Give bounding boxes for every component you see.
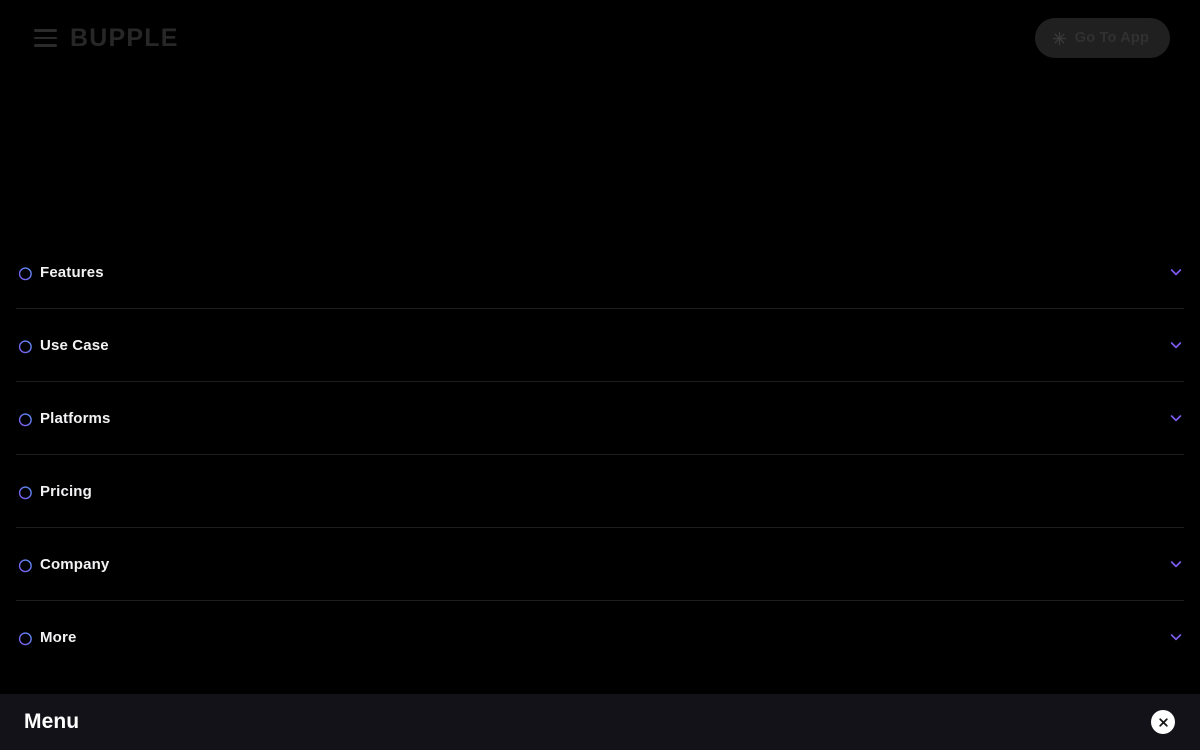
ring-sparkle-icon [18, 480, 38, 500]
menu-item-more[interactable]: More [0, 601, 1200, 673]
ring-sparkle-icon [18, 407, 38, 427]
close-button[interactable] [1151, 710, 1175, 734]
menu-item-content: Company [16, 553, 109, 575]
menu-item-label: Platforms [40, 409, 111, 427]
menu-item-platforms[interactable]: Platforms [0, 382, 1200, 454]
menu-item-label: Pricing [40, 482, 92, 500]
menu-item-content: Use Case [16, 334, 109, 356]
menu-overlay-screen: BUPPLE Go To App Features Use Case Platf… [0, 0, 1200, 750]
ring-sparkle-icon [18, 553, 38, 573]
hamburger-icon[interactable] [34, 29, 57, 47]
menu-item-use-case[interactable]: Use Case [0, 309, 1200, 381]
menu-item-content: Platforms [16, 407, 111, 429]
menu-item-features[interactable]: Features [0, 236, 1200, 308]
top-header: BUPPLE Go To App [0, 0, 1200, 76]
hamburger-bar [34, 36, 57, 40]
menu-item-label: Use Case [40, 336, 109, 354]
chevron-down-icon[interactable] [1168, 410, 1184, 426]
ring-sparkle-icon [18, 626, 38, 646]
brand-logo: BUPPLE [70, 24, 179, 52]
hamburger-bar [34, 44, 57, 47]
menu-item-content: Pricing [16, 480, 92, 502]
ring-sparkle-icon [18, 334, 38, 354]
chevron-down-icon[interactable] [1168, 337, 1184, 353]
menu-item-content: More [16, 626, 76, 648]
menu-item-label: Features [40, 263, 104, 281]
menu-title: Menu [24, 710, 80, 733]
sparkle-icon [1052, 31, 1066, 45]
go-to-app-button[interactable]: Go To App [1034, 18, 1170, 58]
menu-item-label: Company [40, 555, 110, 573]
menu-item-pricing[interactable]: Pricing [0, 455, 1200, 527]
chevron-down-icon[interactable] [1168, 556, 1184, 572]
chevron-down-icon[interactable] [1168, 629, 1184, 645]
chevron-down-icon[interactable] [1168, 264, 1184, 280]
close-icon [1158, 717, 1168, 727]
menu-item-company[interactable]: Company [0, 528, 1200, 600]
hamburger-bar [34, 29, 57, 32]
go-to-app-label: Go To App [1074, 30, 1149, 46]
menu-item-content: Features [16, 261, 104, 283]
ring-sparkle-icon [18, 261, 38, 281]
menu-list: Features Use Case Platforms Pricing Comp… [0, 236, 1200, 673]
bottom-bar: Menu [0, 694, 1200, 750]
menu-item-label: More [40, 628, 77, 646]
